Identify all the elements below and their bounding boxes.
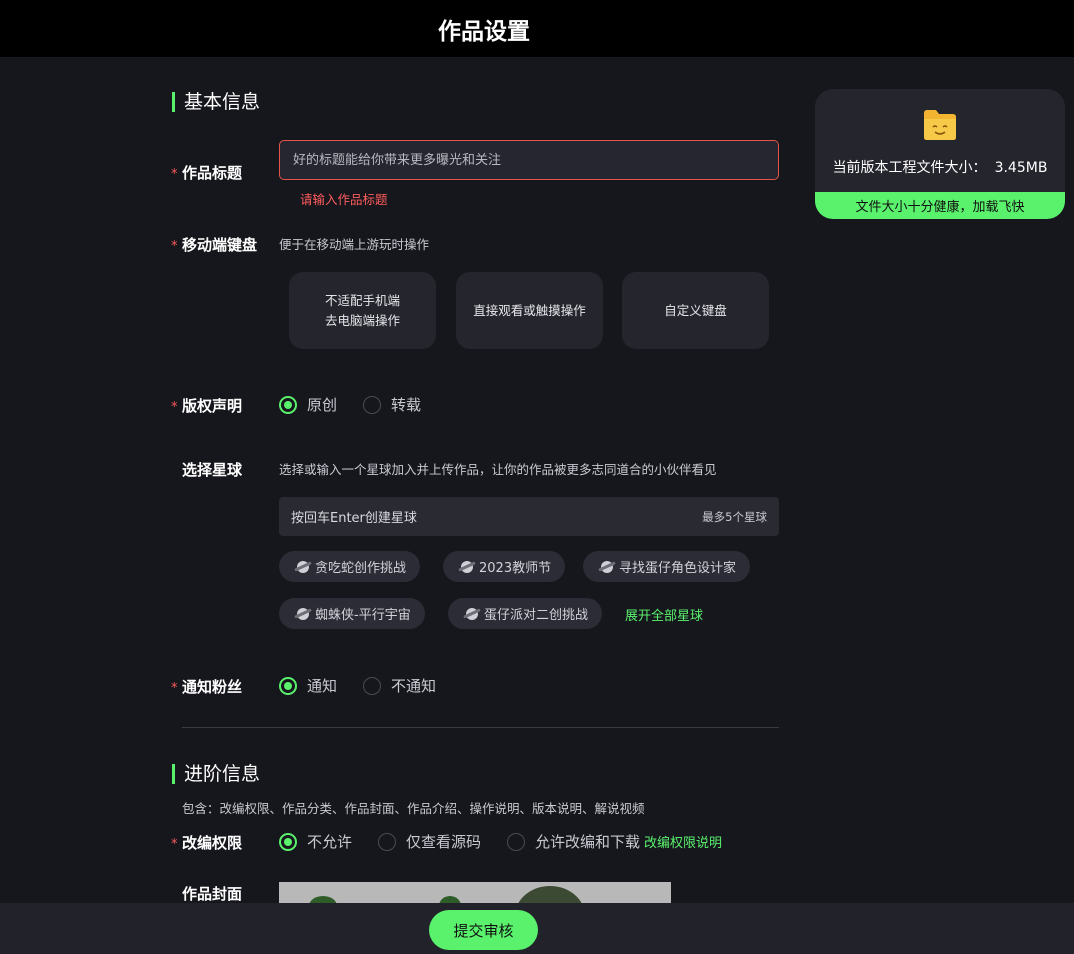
section-title-basic: 基本信息	[172, 92, 260, 112]
file-size-text: 当前版本工程文件大小： 3.45MB	[832, 160, 1048, 176]
radio-unchecked-icon	[363, 395, 382, 414]
page-title: 作品设置	[438, 19, 530, 45]
file-size-card: 当前版本工程文件大小： 3.45MB 文件大小十分健康，加载飞快	[815, 89, 1065, 219]
required-mark: *	[171, 239, 178, 254]
radio-allow-remix[interactable]: 允许改编和下载	[507, 831, 640, 852]
submit-review-button[interactable]: 提交审核	[429, 910, 538, 950]
planet-icon	[466, 607, 478, 620]
radio-unchecked-icon	[378, 832, 397, 851]
title-error-message: 请输入作品标题	[300, 192, 388, 207]
planet-icon	[461, 560, 473, 573]
title-input[interactable]	[279, 140, 779, 180]
copyright-radio-group: 原创 转载	[279, 394, 447, 415]
planet-icon	[297, 560, 309, 573]
keyboard-hint: 便于在移动端上游玩时操作	[279, 237, 430, 252]
title-field-label: * 作品标题	[171, 164, 243, 182]
radio-checked-icon	[279, 832, 297, 851]
permission-help-link[interactable]: 改编权限说明	[644, 832, 722, 851]
radio-repost[interactable]: 转载	[363, 394, 421, 415]
planet-hint: 选择或输入一个星球加入并上传作品，让你的作品被更多志同道合的小伙伴看见	[279, 462, 717, 477]
advanced-description: 包含：改编权限、作品分类、作品封面、作品介绍、操作说明、版本说明、解说视频	[182, 801, 645, 816]
keyboard-option-custom[interactable]: 自定义键盘	[622, 272, 769, 349]
keyboard-option-pc-only[interactable]: 不适配手机端 去电脑端操作	[289, 272, 436, 349]
planet-tag[interactable]: 蛋仔派对二创挑战	[448, 598, 603, 629]
radio-not-allowed[interactable]: 不允许	[279, 831, 352, 852]
notify-radio-group: 通知 不通知	[279, 675, 462, 696]
radio-unchecked-icon	[507, 832, 526, 851]
keyboard-label: * 移动端键盘	[171, 236, 258, 254]
planet-tag[interactable]: 贪吃蛇创作挑战	[279, 551, 421, 582]
planet-tag[interactable]: 寻找蛋仔角色设计家	[583, 551, 751, 582]
permission-radio-group: 不允许 仅查看源码 允许改编和下载 改编权限说明	[279, 831, 722, 852]
required-mark: *	[171, 681, 178, 696]
planet-input-placeholder: 按回车Enter创建星球	[291, 511, 417, 526]
planet-max-hint: 最多5个星球	[702, 509, 767, 524]
expand-all-planets-link[interactable]: 展开全部星球	[625, 605, 703, 624]
planet-tag[interactable]: 蜘蛛侠-平行宇宙	[279, 598, 425, 629]
required-mark: *	[171, 167, 178, 182]
radio-original[interactable]: 原创	[279, 394, 337, 415]
radio-no-notify[interactable]: 不通知	[363, 675, 436, 696]
permission-label: * 改编权限	[171, 834, 243, 852]
file-size-value: 3.45MB	[994, 160, 1048, 176]
planet-label: 选择星球	[182, 461, 243, 479]
notify-label: * 通知粉丝	[171, 678, 243, 696]
required-mark: *	[171, 837, 178, 852]
file-health-banner: 文件大小十分健康，加载飞快	[815, 192, 1065, 219]
section-divider	[182, 727, 779, 728]
planet-tag[interactable]: 2023教师节	[443, 551, 566, 582]
radio-unchecked-icon	[363, 676, 382, 695]
planet-icon	[601, 560, 613, 573]
cover-label: 作品封面	[182, 885, 243, 903]
planet-icon	[297, 607, 309, 620]
top-bar: 作品设置	[0, 0, 1074, 57]
smiling-folder-icon	[924, 110, 956, 140]
radio-checked-icon	[279, 395, 297, 414]
radio-view-source[interactable]: 仅查看源码	[378, 831, 481, 852]
copyright-label: * 版权声明	[171, 397, 243, 415]
planet-input[interactable]: 按回车Enter创建星球 最多5个星球	[279, 497, 779, 536]
required-mark: *	[171, 400, 178, 415]
section-title-advanced: 进阶信息	[172, 764, 260, 784]
radio-notify[interactable]: 通知	[279, 675, 337, 696]
radio-checked-icon	[279, 676, 297, 695]
keyboard-option-touch[interactable]: 直接观看或触摸操作	[456, 272, 603, 349]
